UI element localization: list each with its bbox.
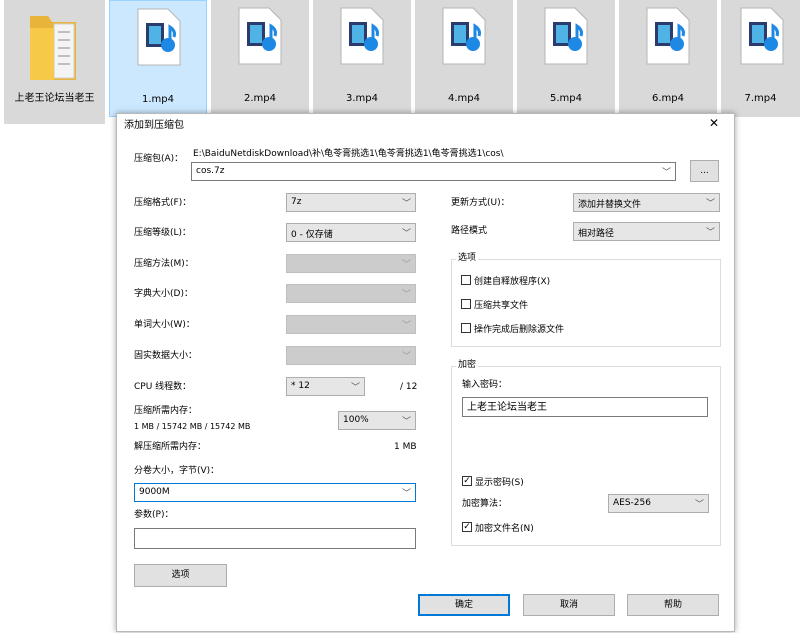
mem-decompress-label: 解压缩所需内存： (134, 442, 207, 452)
encrypt-names-label: 加密文件名(N) (475, 524, 534, 534)
ok-button[interactable]: 确定 (418, 594, 510, 616)
media-file-icon (137, 8, 181, 66)
file-tile-5[interactable]: 5.mp4 (517, 0, 615, 117)
chevron-down-icon[interactable]: ﹀ (402, 486, 411, 499)
level-label: 压缩等级(L)： (134, 228, 192, 238)
word-label: 单词大小(W)： (134, 320, 195, 330)
chevron-down-icon: ﹀ (705, 228, 715, 238)
file-name: 5.mp4 (550, 93, 582, 104)
chevron-down-icon: ﹀ (694, 500, 704, 510)
file-name: 上老王论坛当老王 (14, 93, 95, 104)
format-select[interactable]: 7z ﹀ (286, 193, 416, 212)
mem-compress-label: 压缩所需内存： (134, 406, 198, 416)
mem-decompress-value: 1 MB (394, 442, 417, 452)
chevron-down-icon: ﹀ (401, 290, 411, 300)
path-mode-label: 路径模式 (451, 226, 488, 236)
close-icon[interactable]: ✕ (709, 117, 719, 130)
encrypt-method-select[interactable]: AES-256 ﹀ (608, 494, 709, 513)
archive-label: 压缩包(A)： (134, 154, 184, 164)
file-tile-1[interactable]: 1.mp4 (109, 0, 207, 117)
media-file-icon (340, 7, 384, 65)
update-label: 更新方式(U)： (451, 198, 510, 208)
format-label: 压缩格式(F)： (134, 198, 192, 208)
volume-label: 分卷大小，字节(V)： (134, 466, 220, 476)
chevron-down-icon: ﹀ (705, 199, 715, 209)
cpu-label: CPU 线程数： (134, 382, 192, 392)
path-mode-select[interactable]: 相对路径 ﹀ (573, 222, 720, 241)
chevron-down-icon[interactable]: ﹀ (662, 165, 671, 178)
file-name: 1.mp4 (142, 94, 174, 105)
method-label: 压缩方法(M)： (134, 259, 194, 269)
delete-source-label: 操作完成后删除源文件 (474, 325, 565, 335)
file-tile-3[interactable]: 3.mp4 (313, 0, 411, 117)
solid-select: ﹀ (286, 346, 416, 365)
solid-label: 固实数据大小： (134, 351, 198, 361)
media-file-icon (544, 7, 588, 65)
dict-select: ﹀ (286, 284, 416, 303)
archive-name-value: cos.7z (196, 166, 225, 176)
delete-source-checkbox[interactable] (461, 323, 471, 333)
file-tile-4[interactable]: 4.mp4 (415, 0, 513, 117)
cpu-total: / 12 (400, 382, 418, 392)
chevron-down-icon: ﹀ (401, 199, 411, 209)
options-button[interactable]: 选项 (134, 564, 227, 587)
show-password-checkbox[interactable]: ✓ (462, 476, 472, 486)
params-input[interactable] (134, 528, 416, 549)
dialog-title: 添加到压缩包 (124, 120, 184, 131)
mem-compress-value: 1 MB / 15742 MB / 15742 MB (134, 422, 251, 431)
help-button[interactable]: 帮助 (627, 594, 719, 616)
volume-combo[interactable]: 9000M ﹀ (134, 483, 416, 502)
media-file-icon (238, 7, 282, 65)
file-tile-folder[interactable]: 上老王论坛当老王 (4, 0, 105, 124)
file-tile-6[interactable]: 6.mp4 (619, 0, 717, 117)
update-select[interactable]: 添加并替换文件 ﹀ (573, 193, 720, 212)
file-name: 3.mp4 (346, 93, 378, 104)
encrypt-group (451, 366, 721, 546)
password-label: 输入密码： (462, 380, 508, 390)
mem-percent-select[interactable]: 100% ﹀ (338, 411, 416, 430)
file-tile-7[interactable]: 7.mp4 (721, 0, 800, 117)
shared-checkbox[interactable] (461, 299, 471, 309)
chevron-down-icon: ﹀ (401, 321, 411, 331)
method-select: ﹀ (286, 254, 416, 273)
folder-icon (30, 16, 76, 80)
encrypt-method-label: 加密算法： (462, 499, 508, 509)
level-select[interactable]: 0 - 仅存储 ﹀ (286, 223, 416, 242)
media-file-icon (740, 7, 784, 65)
file-name: 4.mp4 (448, 93, 480, 104)
sfx-checkbox[interactable] (461, 275, 471, 285)
chevron-down-icon: ﹀ (401, 229, 411, 239)
media-file-icon (442, 7, 486, 65)
params-label: 参数(P)： (134, 510, 174, 520)
options-group-title: 选项 (456, 252, 479, 265)
file-tile-2[interactable]: 2.mp4 (211, 0, 309, 117)
file-name: 7.mp4 (744, 93, 777, 104)
chevron-down-icon: ﹀ (401, 417, 411, 427)
show-password-label: 显示密码(S) (475, 478, 524, 488)
add-to-archive-dialog: 添加到压缩包 ✕ 压缩包(A)： E:\BaiduNetdiskDownload… (116, 113, 735, 632)
encrypt-group-title: 加密 (456, 359, 479, 372)
dict-label: 字典大小(D)： (134, 289, 193, 299)
cancel-button[interactable]: 取消 (523, 594, 615, 616)
archive-path: E:\BaiduNetdiskDownload\补\龟苓膏挑选1\龟苓膏挑选1\… (193, 149, 504, 159)
chevron-down-icon: ﹀ (401, 260, 411, 270)
archive-name-combo[interactable]: cos.7z ﹀ (191, 162, 676, 181)
shared-label: 压缩共享文件 (474, 301, 529, 311)
cpu-select[interactable]: * 12 ﹀ (286, 377, 365, 396)
sfx-label: 创建自释放程序(X) (474, 277, 551, 287)
file-name: 2.mp4 (244, 93, 276, 104)
media-file-icon (646, 7, 690, 65)
encrypt-names-checkbox[interactable]: ✓ (462, 522, 472, 532)
chevron-down-icon: ﹀ (401, 352, 411, 362)
word-select: ﹀ (286, 315, 416, 334)
browse-button[interactable]: ... (690, 160, 719, 182)
file-name: 6.mp4 (652, 93, 684, 104)
password-input[interactable]: 上老王论坛当老王 (462, 397, 708, 417)
chevron-down-icon: ﹀ (350, 383, 360, 393)
